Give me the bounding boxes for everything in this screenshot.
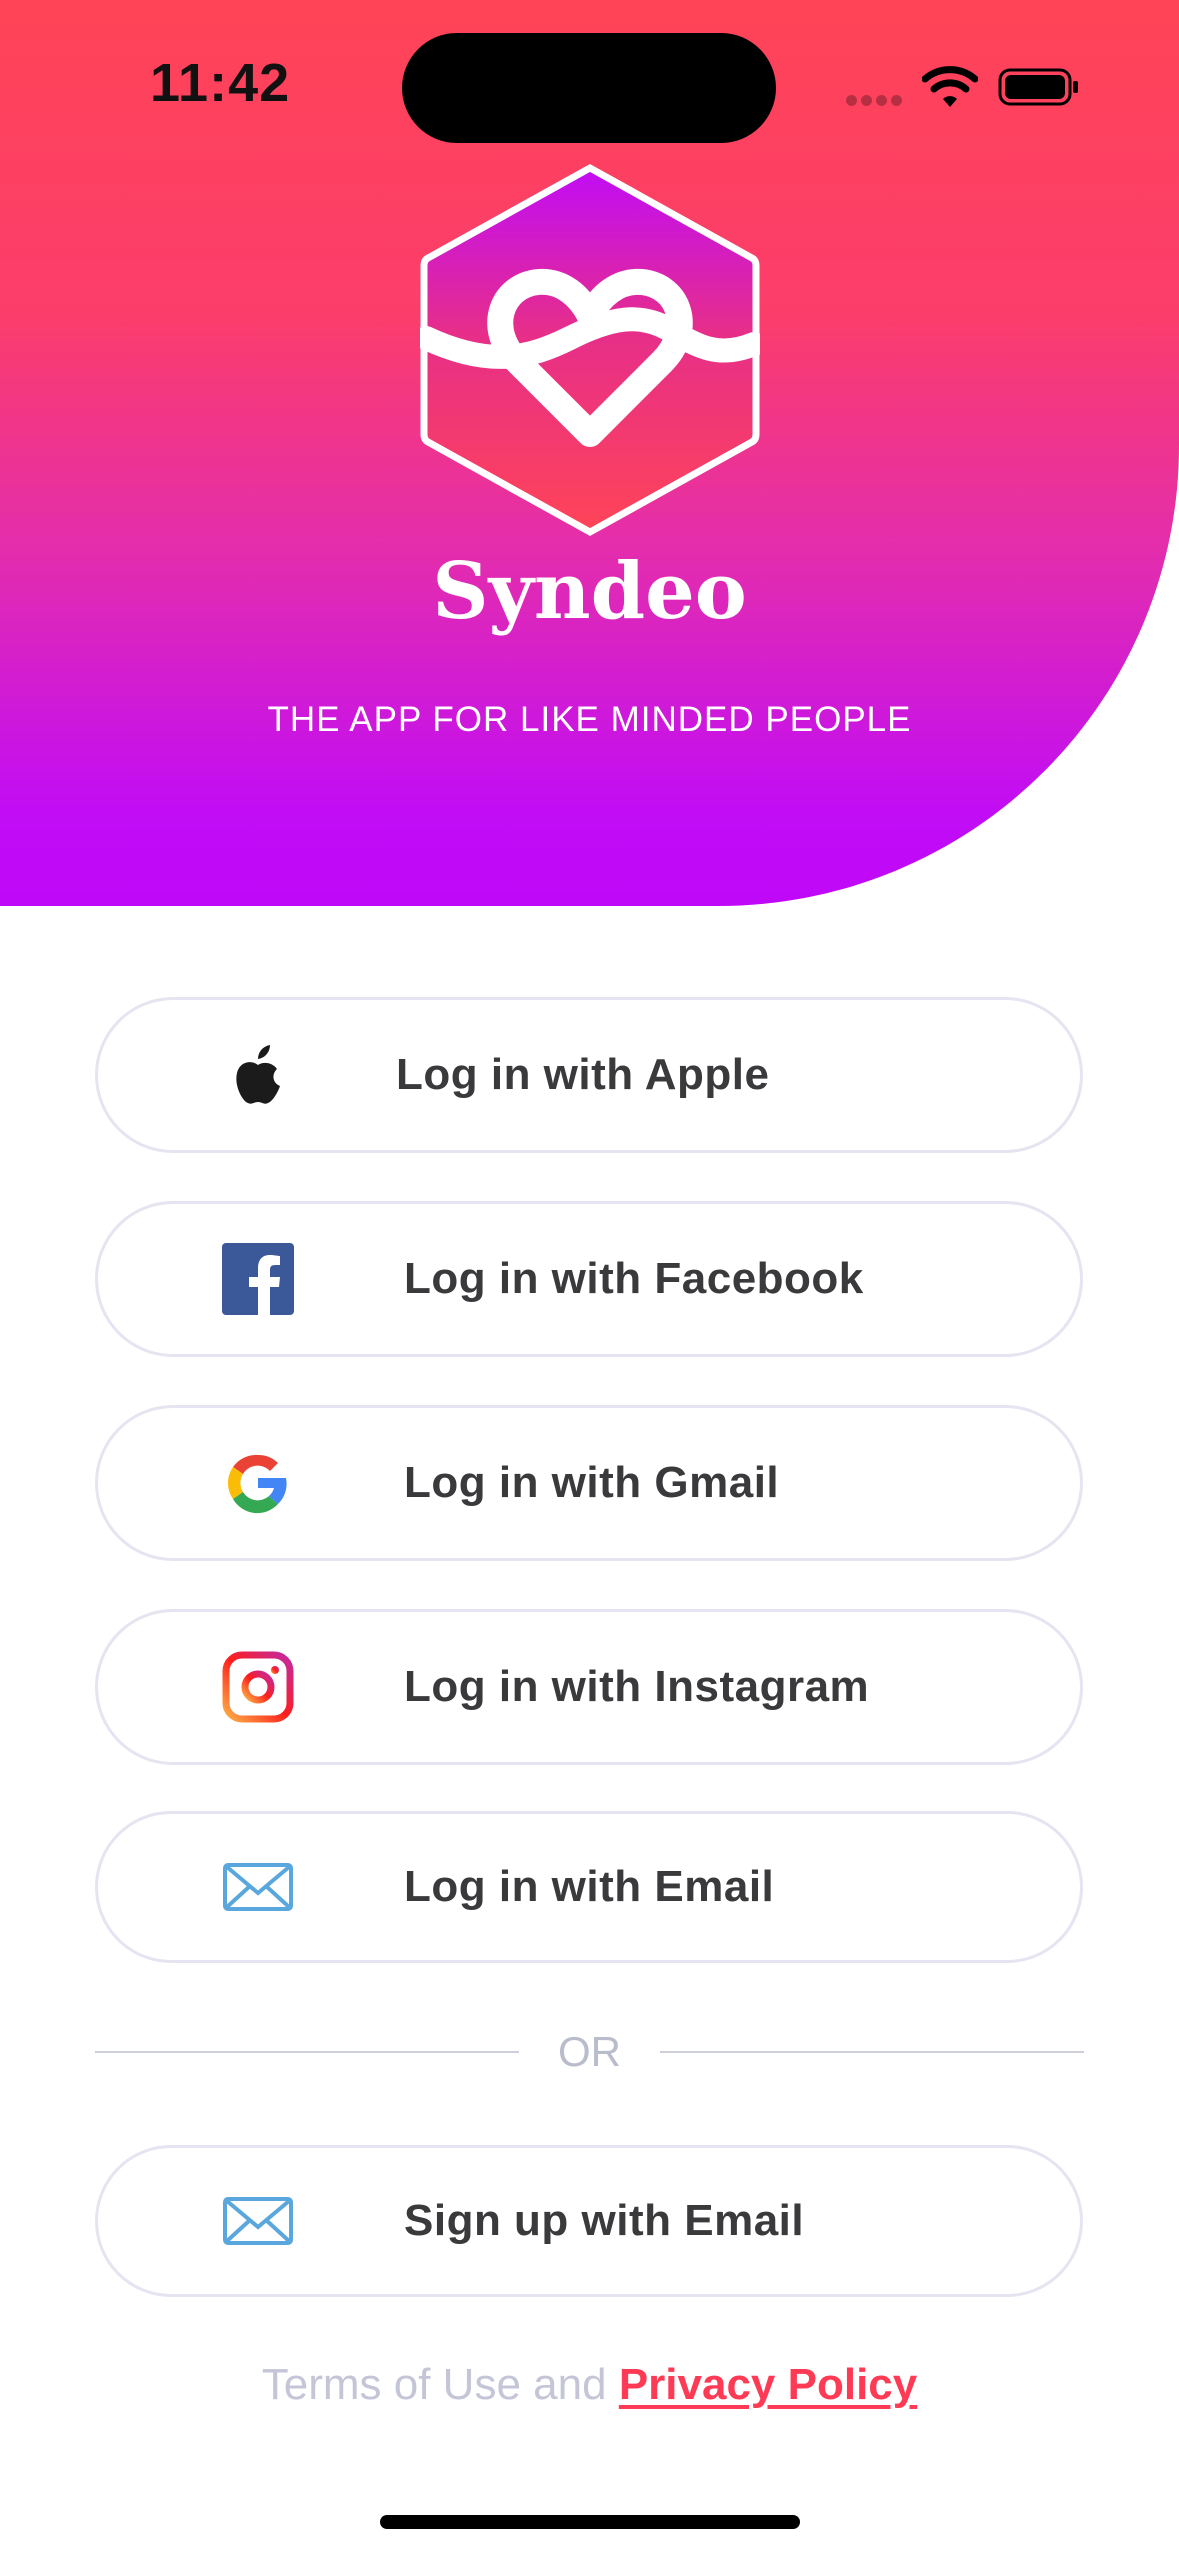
login-email-label: Log in with Email (404, 1862, 775, 1911)
home-indicator (380, 2515, 800, 2529)
login-instagram-label: Log in with Instagram (404, 1662, 870, 1711)
wifi-icon (922, 66, 978, 107)
apple-icon (236, 1045, 280, 1104)
syndeo-logo-icon (420, 163, 760, 537)
login-apple-button[interactable]: Log in with Apple (95, 997, 1083, 1153)
privacy-policy-link[interactable]: Privacy Policy (619, 2360, 917, 2409)
login-facebook-label: Log in with Facebook (404, 1254, 864, 1303)
divider-or-text: OR (558, 2028, 621, 2075)
login-instagram-button[interactable]: Log in with Instagram (95, 1609, 1083, 1765)
battery-icon (998, 68, 1078, 106)
app-title: Syndeo (432, 546, 747, 637)
cellular-signal-icon (846, 93, 906, 111)
login-email-button[interactable]: Log in with Email (95, 1811, 1083, 1963)
login-facebook-button[interactable]: Log in with Facebook (95, 1201, 1083, 1357)
status-time: 11:42 (150, 53, 291, 113)
login-gmail-label: Log in with Gmail (404, 1458, 780, 1507)
legal-footer: Terms of Use and Privacy Policy (0, 2360, 1179, 2410)
mail-icon (223, 2197, 293, 2245)
google-icon (227, 1454, 287, 1514)
signup-email-label: Sign up with Email (404, 2196, 805, 2245)
facebook-icon (222, 1243, 294, 1315)
login-gmail-button[interactable]: Log in with Gmail (95, 1405, 1083, 1561)
instagram-icon (222, 1651, 294, 1723)
terms-of-use-text: Terms of Use and (261, 2360, 607, 2409)
dynamic-island (402, 33, 776, 143)
signup-email-button[interactable]: Sign up with Email (95, 2145, 1083, 2297)
login-apple-label: Log in with Apple (396, 1050, 770, 1099)
mail-icon (223, 1863, 293, 1911)
app-tagline: THE APP FOR LIKE MINDED PEOPLE (267, 700, 912, 739)
